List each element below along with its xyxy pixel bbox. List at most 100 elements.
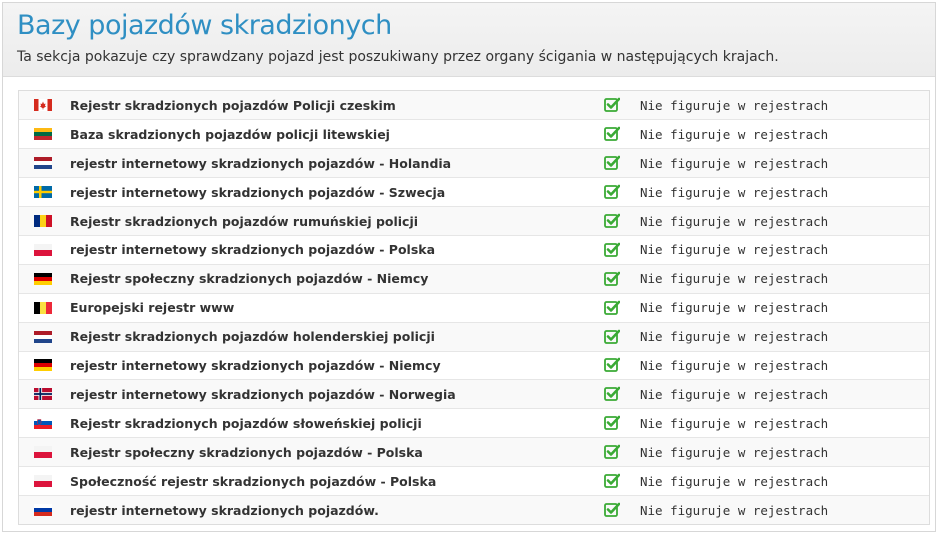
check-cell xyxy=(604,494,640,525)
stolen-vehicles-panel: Bazy pojazdów skradzionych Ta sekcja pok… xyxy=(2,2,936,532)
belgium-flag-icon xyxy=(34,301,70,314)
check-square-icon xyxy=(604,184,640,200)
check-cell xyxy=(604,379,640,409)
check-cell xyxy=(604,234,640,265)
sweden-flag-icon xyxy=(34,186,70,199)
flag-cell xyxy=(19,292,70,323)
status-text: Nie figuruje w rejestrach xyxy=(640,206,929,236)
check-square-icon xyxy=(604,386,640,402)
table-row: Europejski rejestr www Nie figuruje w rej… xyxy=(19,292,929,323)
panel-header: Bazy pojazdów skradzionych Ta sekcja pok… xyxy=(3,3,935,77)
canada-flag-icon xyxy=(34,99,70,112)
table-row: Rejestr skradzionych pojazdów rumuńskiej… xyxy=(19,206,929,236)
database-name: Społeczność rejestr skradzionych pojazdó… xyxy=(70,466,604,496)
check-cell xyxy=(604,350,640,380)
status-text: Nie figuruje w rejestrach xyxy=(640,350,929,380)
flag-cell xyxy=(19,91,70,120)
flag-cell xyxy=(19,408,70,438)
table-row: rejestr internetowy skradzionych pojazdó… xyxy=(19,350,929,380)
database-name: rejestr internetowy skradzionych pojazdó… xyxy=(70,148,604,178)
status-text: Nie figuruje w rejestrach xyxy=(640,234,929,265)
netherlands-flag-icon xyxy=(34,157,70,170)
table-row: rejestr internetowy skradzionych pojazdó… xyxy=(19,234,929,265)
netherlands-flag-icon xyxy=(34,330,70,343)
table-row: Społeczność rejestr skradzionych pojazdó… xyxy=(19,466,929,496)
check-square-icon xyxy=(604,502,640,518)
table-row: rejestr internetowy skradzionych pojazdó… xyxy=(19,177,929,207)
database-name: Rejestr społeczny skradzionych pojazdów … xyxy=(70,263,604,294)
flag-cell xyxy=(19,177,70,207)
check-cell xyxy=(604,148,640,178)
status-text: Nie figuruje w rejestrach xyxy=(640,408,929,438)
germany-flag-icon xyxy=(34,359,70,372)
database-name: Baza skradzionych pojazdów policji litew… xyxy=(70,119,604,149)
database-name: rejestr internetowy skradzionych pojazdó… xyxy=(70,494,604,525)
check-square-icon xyxy=(604,271,640,287)
table-row: Rejestr skradzionych pojazdów holendersk… xyxy=(19,321,929,352)
flag-cell xyxy=(19,466,70,496)
check-square-icon xyxy=(604,126,640,142)
check-square-icon xyxy=(604,415,640,431)
status-text: Nie figuruje w rejestrach xyxy=(640,119,929,149)
slovenia-flag-icon xyxy=(34,417,70,430)
flag-cell xyxy=(19,379,70,409)
table-row: Baza skradzionych pojazdów policji litew… xyxy=(19,119,929,149)
status-text: Nie figuruje w rejestrach xyxy=(640,292,929,323)
status-text: Nie figuruje w rejestrach xyxy=(640,379,929,409)
table-row: rejestr internetowy skradzionych pojazdó… xyxy=(19,148,929,178)
poland-flag-icon xyxy=(34,475,70,488)
status-text: Nie figuruje w rejestrach xyxy=(640,91,929,120)
database-name: rejestr internetowy skradzionych pojazdó… xyxy=(70,177,604,207)
databases-table: Rejestr skradzionych pojazdów Policji cz… xyxy=(18,90,930,526)
flag-cell xyxy=(19,119,70,149)
status-text: Nie figuruje w rejestrach xyxy=(640,321,929,352)
database-name: rejestr internetowy skradzionych pojazdó… xyxy=(70,379,604,409)
check-cell xyxy=(604,177,640,207)
russia-flag-icon xyxy=(34,504,70,517)
database-name: rejestr internetowy skradzionych pojazdó… xyxy=(70,234,604,265)
flag-cell xyxy=(19,206,70,236)
check-cell xyxy=(604,119,640,149)
check-square-icon xyxy=(604,97,640,113)
check-square-icon xyxy=(604,155,640,171)
database-name: Rejestr skradzionych pojazdów Policji cz… xyxy=(70,91,604,120)
romania-flag-icon xyxy=(34,215,70,227)
check-square-icon xyxy=(604,357,640,373)
status-text: Nie figuruje w rejestrach xyxy=(640,148,929,178)
check-square-icon xyxy=(604,473,640,489)
germany-flag-icon xyxy=(34,272,70,285)
database-name: rejestr internetowy skradzionych pojazdó… xyxy=(70,350,604,380)
check-cell xyxy=(604,91,640,120)
page-title: Bazy pojazdów skradzionych xyxy=(17,10,392,41)
check-square-icon xyxy=(604,300,640,316)
flag-cell xyxy=(19,350,70,380)
table-row: Rejestr społeczny skradzionych pojazdów … xyxy=(19,263,929,294)
check-square-icon xyxy=(604,213,640,229)
poland-flag-icon xyxy=(34,243,70,256)
database-name: Rejestr społeczny skradzionych pojazdów … xyxy=(70,437,604,467)
lithuania-flag-icon xyxy=(34,128,70,141)
page-subtitle: Ta sekcja pokazuje czy sprawdzany pojazd… xyxy=(17,49,779,65)
check-cell xyxy=(604,321,640,352)
check-square-icon xyxy=(604,444,640,460)
table-row: Rejestr skradzionych pojazdów Policji cz… xyxy=(19,91,929,120)
flag-cell xyxy=(19,234,70,265)
check-square-icon xyxy=(604,242,640,258)
check-cell xyxy=(604,263,640,294)
table-row: rejestr internetowy skradzionych pojazdó… xyxy=(19,379,929,409)
database-name: Rejestr skradzionych pojazdów słoweńskie… xyxy=(70,408,604,438)
status-text: Nie figuruje w rejestrach xyxy=(640,466,929,496)
database-name: Europejski rejestr www xyxy=(70,292,604,323)
norway-flag-icon xyxy=(34,388,70,401)
check-cell xyxy=(604,206,640,236)
database-name: Rejestr skradzionych pojazdów holendersk… xyxy=(70,321,604,352)
status-text: Nie figuruje w rejestrach xyxy=(640,437,929,467)
status-text: Nie figuruje w rejestrach xyxy=(640,263,929,294)
check-cell xyxy=(604,292,640,323)
flag-cell xyxy=(19,321,70,352)
flag-cell xyxy=(19,263,70,294)
status-text: Nie figuruje w rejestrach xyxy=(640,494,929,525)
flag-cell xyxy=(19,148,70,178)
poland-flag-icon xyxy=(34,446,70,459)
status-text: Nie figuruje w rejestrach xyxy=(640,177,929,207)
